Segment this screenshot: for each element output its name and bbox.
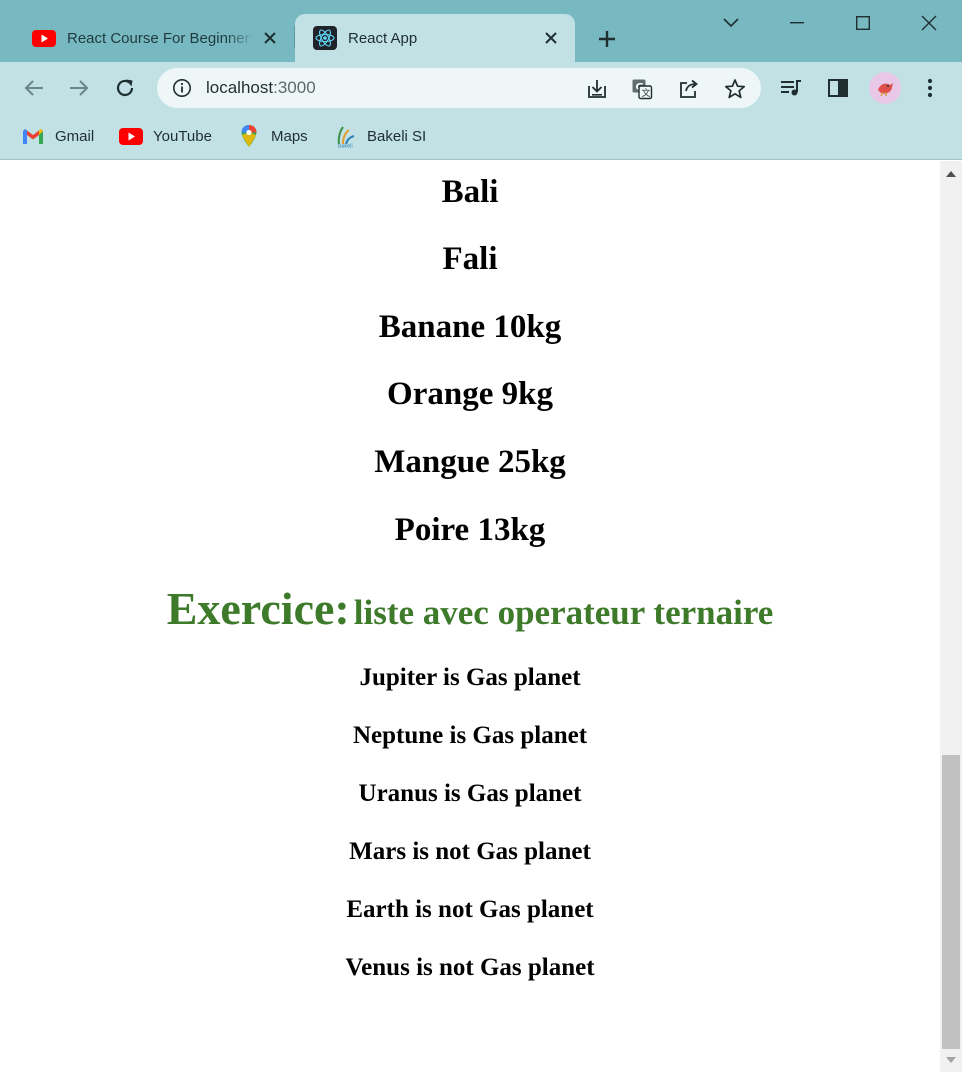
bookmark-youtube[interactable]: YouTube	[119, 123, 212, 149]
youtube-icon	[32, 29, 56, 47]
tab-react-course[interactable]: React Course For Beginners	[14, 14, 294, 62]
planet-item: Neptune is Gas planet	[352, 722, 588, 749]
arrow-right-icon	[70, 80, 89, 96]
fruit-heading: Orange 9kg	[387, 376, 553, 412]
close-tab-icon[interactable]	[541, 28, 561, 48]
arrow-left-icon	[24, 80, 43, 96]
planet-item: Jupiter is Gas planet	[359, 664, 581, 691]
fruit-heading: Banane 10kg	[378, 309, 562, 345]
close-tab-icon[interactable]	[260, 28, 280, 48]
planet-item: Earth is not Gas planet	[346, 896, 594, 923]
tab-title: React App	[348, 29, 418, 47]
exercise-subtitle: liste avec operateur ternaire	[353, 593, 774, 632]
maximize-icon	[856, 16, 870, 30]
translate-icon[interactable]: G文	[630, 77, 654, 101]
bird-avatar-icon	[878, 83, 893, 97]
maps-icon	[237, 125, 261, 147]
address-bar[interactable]: localhost:3000 G文	[157, 68, 761, 108]
page-viewport: Bali Fali Banane 10kg Orange 9kg Mangue …	[0, 161, 940, 1072]
vertical-scrollbar[interactable]	[940, 161, 962, 1072]
install-app-icon[interactable]	[585, 77, 609, 101]
fruit-heading: Mangue 25kg	[374, 444, 566, 480]
kebab-menu-icon	[927, 78, 933, 98]
bookmark-bakeli[interactable]: bakeli Bakeli SI	[333, 123, 426, 149]
bookmark-label: Bakeli SI	[367, 127, 427, 145]
exercise-title: Exercice: liste avec operateur ternaire	[0, 581, 940, 648]
share-icon[interactable]	[677, 77, 701, 101]
bookmark-label: Gmail	[55, 127, 95, 145]
reload-button[interactable]	[111, 74, 139, 102]
bookmarks-bar: Gmail YouTube Maps bakeli Bakeli SI	[0, 114, 962, 160]
bookmark-maps[interactable]: Maps	[237, 123, 308, 149]
bakeli-icon: bakeli	[333, 126, 357, 149]
side-panel-icon	[828, 79, 848, 97]
scrollbar-thumb[interactable]	[942, 755, 960, 1049]
react-icon	[313, 26, 337, 50]
playlist-music-icon	[781, 80, 801, 96]
close-icon	[921, 15, 937, 31]
triangle-down-icon	[946, 1057, 956, 1063]
side-panel-button[interactable]	[824, 74, 852, 102]
browser-menu-button[interactable]	[916, 74, 944, 102]
url-port: :3000	[273, 78, 316, 97]
bookmark-label: YouTube	[153, 127, 212, 145]
tab-search-button[interactable]	[716, 8, 746, 38]
youtube-icon	[119, 126, 143, 146]
media-control-button[interactable]	[777, 74, 805, 102]
profile-avatar[interactable]	[869, 72, 901, 104]
minimize-icon	[790, 22, 804, 24]
planet-item: Venus is not Gas planet	[345, 954, 595, 981]
back-button[interactable]	[20, 74, 48, 102]
svg-text:文: 文	[642, 87, 651, 99]
gmail-icon	[21, 126, 45, 146]
tab-react-app[interactable]: React App	[295, 14, 575, 62]
scroll-up-button[interactable]	[940, 164, 962, 184]
fruit-heading: Fali	[442, 241, 498, 277]
minimize-button[interactable]	[782, 8, 812, 38]
url-host: localhost	[206, 78, 274, 97]
info-icon[interactable]	[172, 78, 192, 98]
url-text[interactable]: localhost:3000	[206, 78, 316, 98]
planet-item: Uranus is Gas planet	[358, 780, 582, 807]
bookmark-label: Maps	[271, 127, 308, 145]
bookmark-gmail[interactable]: Gmail	[21, 123, 94, 149]
svg-text:bakeli: bakeli	[338, 144, 353, 149]
triangle-up-icon	[946, 171, 956, 177]
planet-item: Mars is not Gas planet	[349, 838, 591, 865]
exercise-label: Exercice:	[166, 583, 350, 634]
browser-toolbar: localhost:3000 G文	[0, 62, 962, 114]
close-window-button[interactable]	[914, 8, 944, 38]
fruit-heading: Bali	[441, 174, 499, 210]
new-tab-button[interactable]	[593, 25, 621, 53]
forward-button[interactable]	[65, 74, 93, 102]
plus-icon	[599, 31, 615, 47]
reload-icon	[116, 79, 134, 97]
scroll-down-button[interactable]	[940, 1050, 962, 1070]
bookmark-star-icon[interactable]	[723, 77, 747, 101]
fruit-heading: Poire 13kg	[394, 512, 546, 548]
tab-title: React Course For Beginners	[67, 29, 254, 47]
chevron-down-icon	[723, 18, 739, 28]
tab-strip: React Course For Beginners React App	[0, 0, 962, 62]
maximize-button[interactable]	[848, 8, 878, 38]
